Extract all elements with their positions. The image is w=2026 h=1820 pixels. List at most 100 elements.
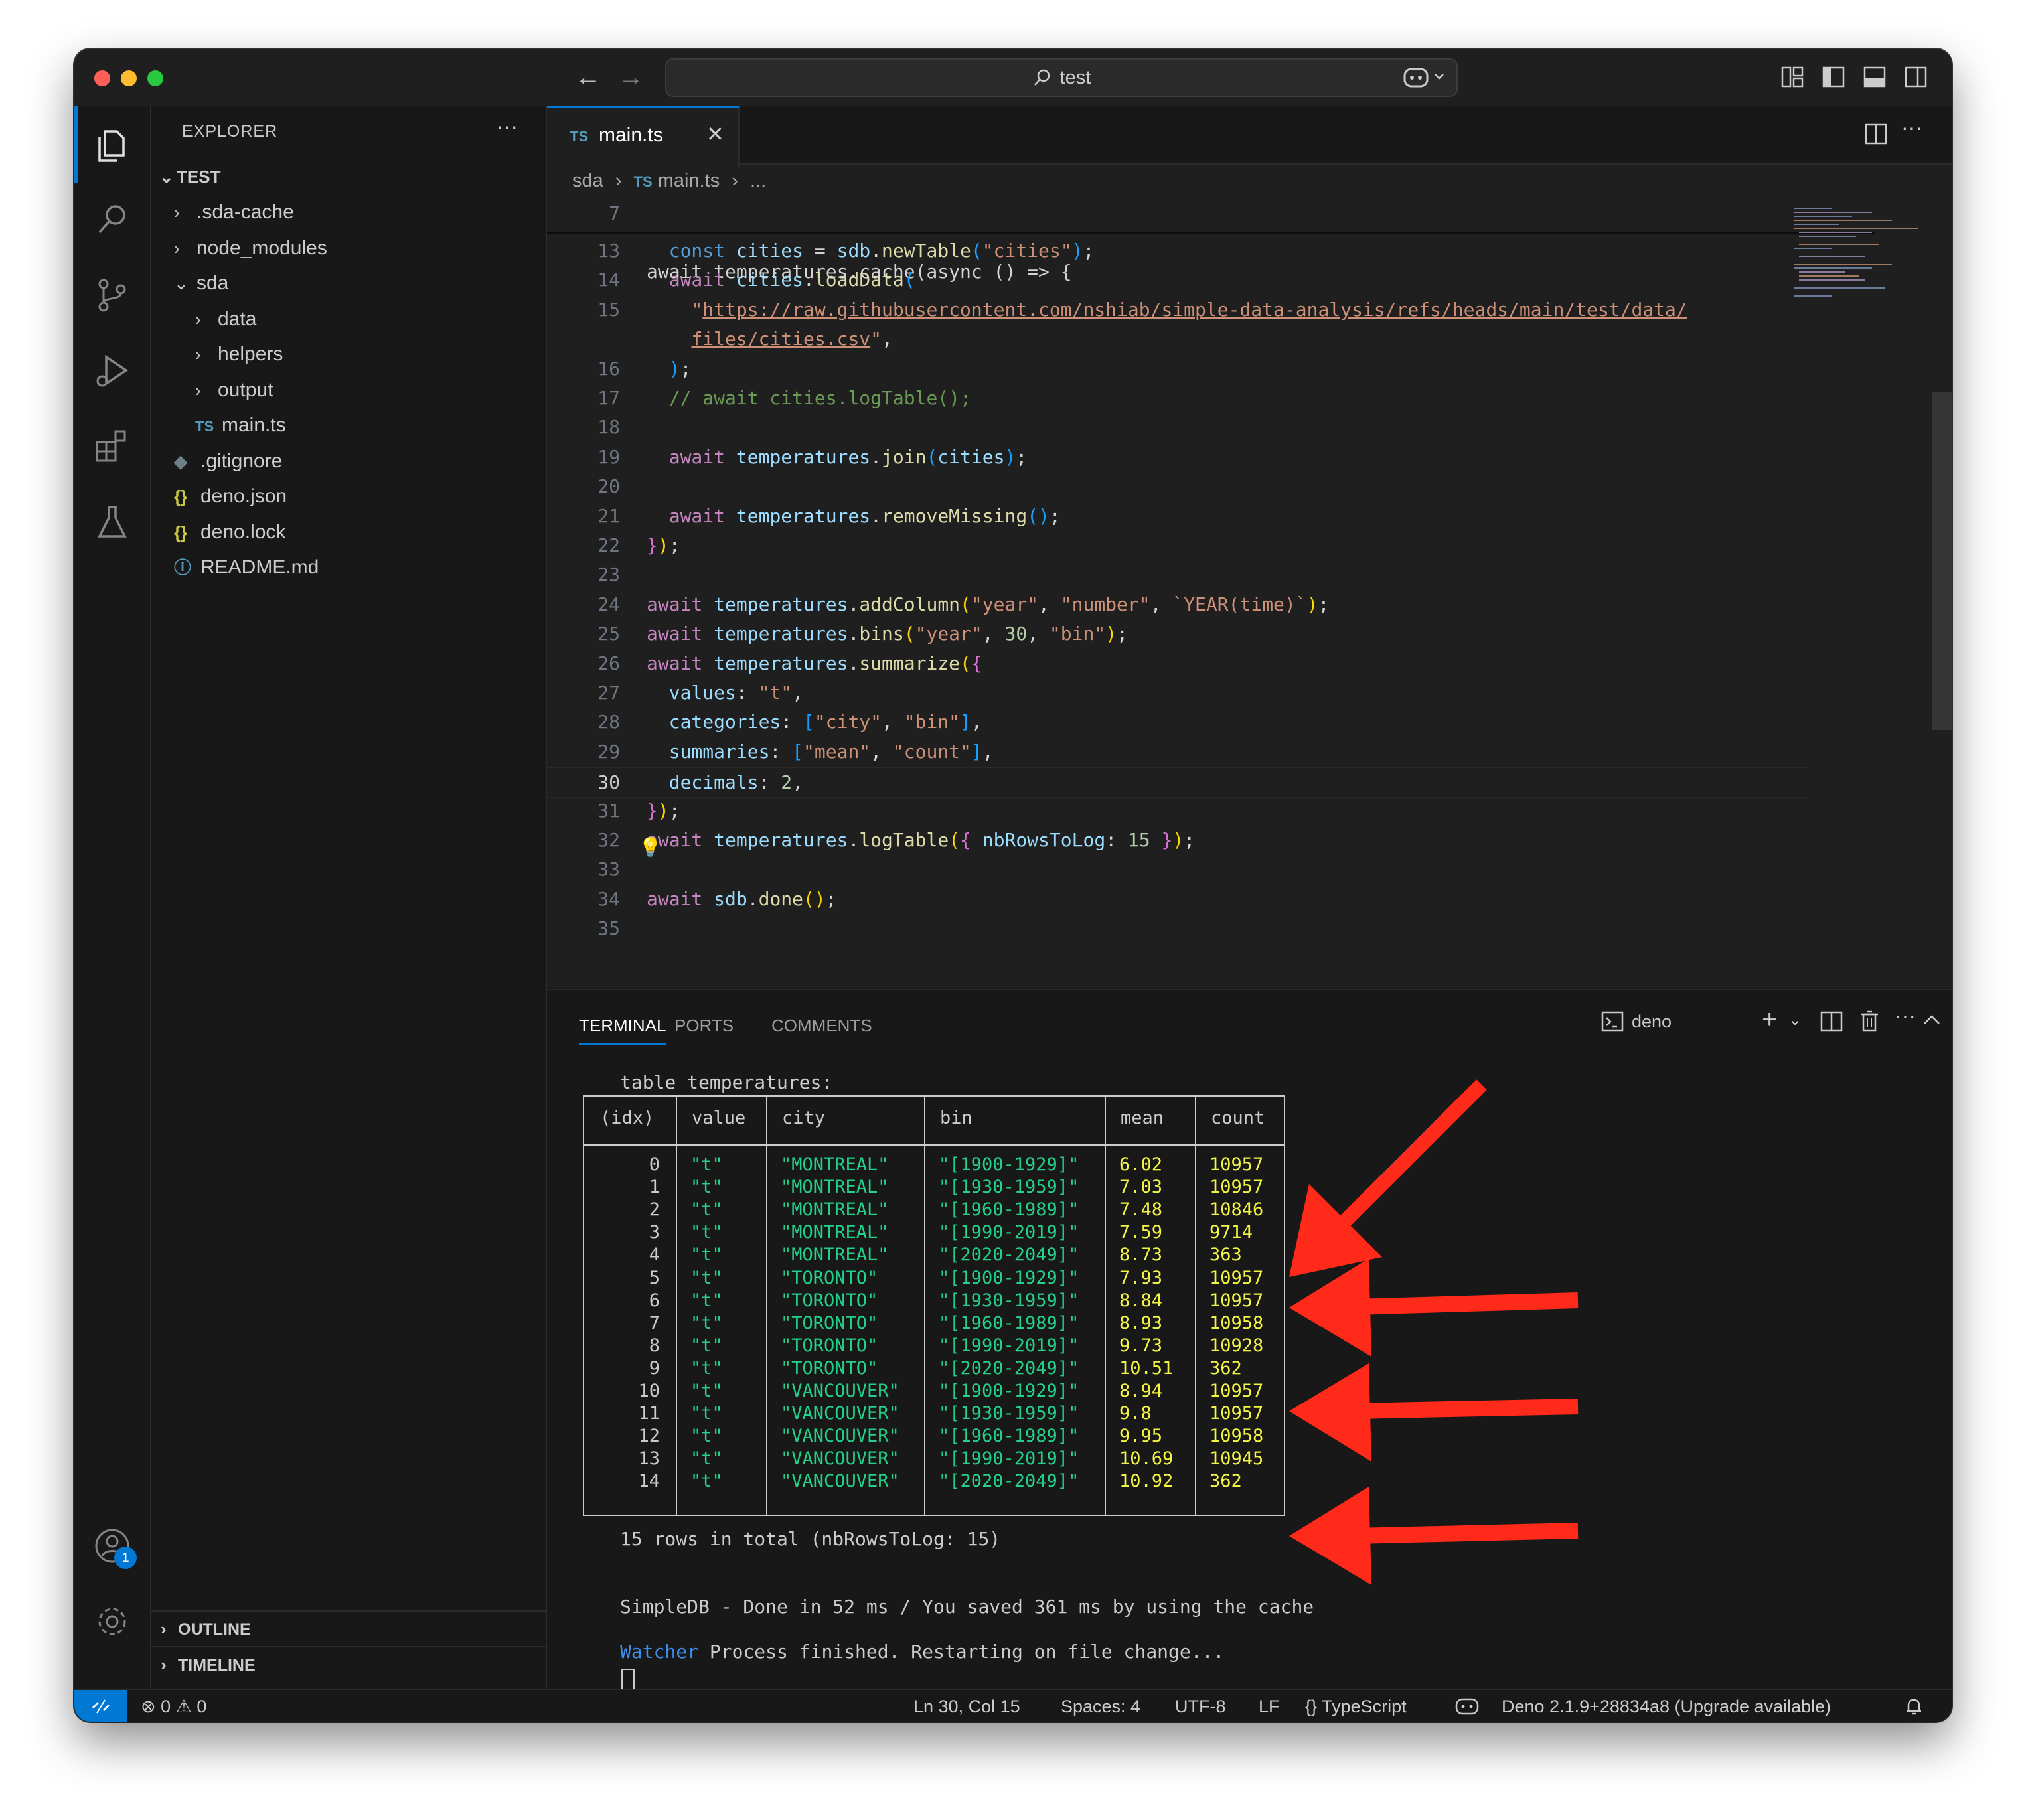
command-center-search[interactable]: test (665, 58, 1458, 97)
tree-item[interactable]: ⌄ sda (174, 266, 228, 301)
code-line[interactable]: 18 (547, 413, 1808, 442)
table-cell: 7.93 (1119, 1267, 1163, 1288)
remote-indicator[interactable] (74, 1690, 127, 1722)
toggle-secondary-sidebar-icon[interactable] (1904, 65, 1928, 89)
table-cell: 8 (649, 1335, 660, 1356)
code-line[interactable]: 33 (547, 855, 1808, 884)
search-icon[interactable] (93, 200, 131, 239)
language-mode[interactable]: {} TypeScript (1305, 1697, 1407, 1717)
customize-layout-icon[interactable] (1780, 65, 1804, 89)
code-line[interactable]: 29 summaries: ["mean", "count"], (547, 737, 1808, 767)
typescript-file-icon: TS (570, 128, 589, 145)
split-terminal-icon[interactable] (1820, 1010, 1843, 1036)
code-token: files/cities.csv (691, 328, 871, 350)
code-line[interactable]: 27 values: "t", (547, 678, 1808, 708)
code-line[interactable]: 25 await temperatures.bins("year", 30, "b… (547, 619, 1808, 648)
code-line[interactable]: 16 ); (547, 354, 1808, 384)
tree-item[interactable]: {} deno.lock (174, 515, 285, 550)
notifications-bell-icon[interactable] (1904, 1697, 1924, 1721)
code-line[interactable]: 32 await temperatures.logTable({ nbRowsTo… (547, 826, 1808, 855)
code-line[interactable]: 28 categories: ["city", "bin"], (547, 708, 1808, 737)
extensions-icon[interactable] (93, 427, 131, 466)
explorer-icon[interactable] (93, 125, 131, 163)
copilot-icon[interactable] (1402, 65, 1448, 89)
tree-item[interactable]: ◆ .gitignore (174, 444, 282, 479)
code-line[interactable]: 24 await temperatures.addColumn("year", "… (547, 590, 1808, 619)
table-cell: "[2020-2049]" (939, 1245, 1079, 1266)
minimap[interactable] (1792, 206, 1925, 312)
tree-item[interactable]: › node_modules (174, 231, 327, 265)
end-of-line[interactable]: LF (1259, 1697, 1280, 1717)
back-arrow-icon[interactable]: ← (575, 64, 601, 90)
code-line[interactable]: files/cities.csv", (547, 325, 1808, 354)
minimize-window-button[interactable] (121, 70, 137, 86)
new-terminal-icon[interactable]: + (1762, 1005, 1777, 1035)
code-text: await temperatures.bins("year", 30, "bin… (647, 619, 1128, 648)
tree-item[interactable]: ⓘ README.md (174, 550, 319, 585)
editor-scrollbar[interactable] (1932, 392, 1952, 730)
trash-icon[interactable] (1859, 1009, 1880, 1036)
close-window-button[interactable] (94, 70, 110, 86)
tree-item[interactable]: › .sda-cache (174, 195, 294, 230)
breadcrumb-folder[interactable]: sda (572, 170, 603, 191)
code-text: categories: ["city", "bin"], (647, 708, 982, 737)
code-token: , (1038, 593, 1061, 615)
code-editor[interactable]: 7 await temperatures.cache(async () => {… (547, 199, 1952, 996)
code-line[interactable]: 13 const cities = sdb.newTable("cities")… (547, 236, 1808, 265)
tree-item[interactable]: › data (195, 302, 256, 337)
code-line[interactable]: 34 await sdb.done(); (547, 885, 1808, 914)
encoding[interactable]: UTF-8 (1175, 1697, 1226, 1717)
tab-ports[interactable]: PORTS (674, 1016, 734, 1036)
code-line[interactable]: 19 await temperatures.join(cities); (547, 443, 1808, 472)
code-line[interactable]: 21 await temperatures.removeMissing(); (547, 502, 1808, 531)
lightbulb-icon[interactable]: 💡 (639, 836, 662, 858)
copilot-status-icon[interactable] (1454, 1697, 1480, 1721)
toggle-panel-icon[interactable] (1863, 65, 1887, 89)
close-panel-icon[interactable]: ✕ (1910, 1005, 1928, 1030)
indentation[interactable]: Spaces: 4 (1061, 1697, 1140, 1717)
toggle-primary-sidebar-icon[interactable] (1822, 65, 1845, 89)
chevron-down-icon[interactable]: ⌄ (1788, 1010, 1802, 1029)
sticky-scroll-line[interactable]: 7 await temperatures.cache(async () => { (547, 199, 1875, 283)
breadcrumb-symbols[interactable]: ... (750, 170, 766, 191)
tree-item[interactable]: {} deno.json (174, 479, 287, 514)
terminal-selector[interactable]: deno (1601, 1010, 1672, 1033)
code-line[interactable]: 26 await temperatures.summarize({ (547, 649, 1808, 678)
tab-comments[interactable]: COMMENTS (771, 1016, 872, 1036)
code-line[interactable]: 20 (547, 472, 1808, 501)
editor-more-icon[interactable]: ··· (1901, 115, 1922, 140)
testing-flask-icon[interactable] (93, 503, 131, 542)
workspace-root[interactable]: ⌄ TEST (159, 159, 220, 194)
source-control-icon[interactable] (93, 276, 131, 315)
forward-arrow-icon[interactable]: → (617, 64, 644, 90)
cursor-position[interactable]: Ln 30, Col 15 (913, 1697, 1020, 1717)
run-debug-icon[interactable] (93, 352, 131, 390)
explorer-more-icon[interactable]: ··· (497, 114, 518, 139)
tab-terminal[interactable]: TERMINAL (579, 1016, 666, 1045)
tree-item[interactable]: › output (195, 373, 273, 408)
outline-section[interactable]: › OUTLINE (151, 1610, 546, 1646)
problems-indicator[interactable]: ⊗ 0 ⚠ 0 (141, 1697, 206, 1717)
code-line[interactable]: 15 "https://raw.githubusercontent.com/ns… (547, 295, 1808, 325)
deno-runtime-status[interactable]: Deno 2.1.9+28834a8 (Upgrade available) (1502, 1697, 1831, 1717)
tab-main-ts[interactable]: TS main.ts ✕ (547, 106, 740, 167)
timeline-section[interactable]: › TIMELINE (151, 1646, 546, 1682)
table-cell: "TORONTO" (781, 1335, 878, 1356)
settings-gear-icon[interactable] (93, 1602, 131, 1641)
code-line[interactable]: 35 (547, 914, 1808, 943)
table-cell: 5 (649, 1267, 660, 1288)
tree-item[interactable]: › helpers (195, 337, 283, 372)
code-line[interactable]: 14 await cities.loadData( (547, 265, 1808, 295)
tree-item[interactable]: TS main.ts (195, 408, 286, 443)
code-token: categories (668, 711, 781, 733)
close-tab-icon[interactable]: ✕ (706, 121, 724, 147)
code-line[interactable]: 22}); (547, 531, 1808, 560)
annotation-arrows (1289, 1079, 1579, 1585)
code-line[interactable]: 17 // await cities.logTable(); (547, 384, 1808, 413)
zoom-window-button[interactable] (147, 70, 163, 86)
code-line[interactable]: 31}); (547, 796, 1808, 826)
breadcrumb-file[interactable]: main.ts (658, 170, 720, 191)
accounts-icon[interactable]: 1 (93, 1527, 137, 1569)
code-line[interactable]: 30 decimals: 2, (547, 767, 1808, 799)
code-line[interactable]: 23 (547, 560, 1808, 589)
